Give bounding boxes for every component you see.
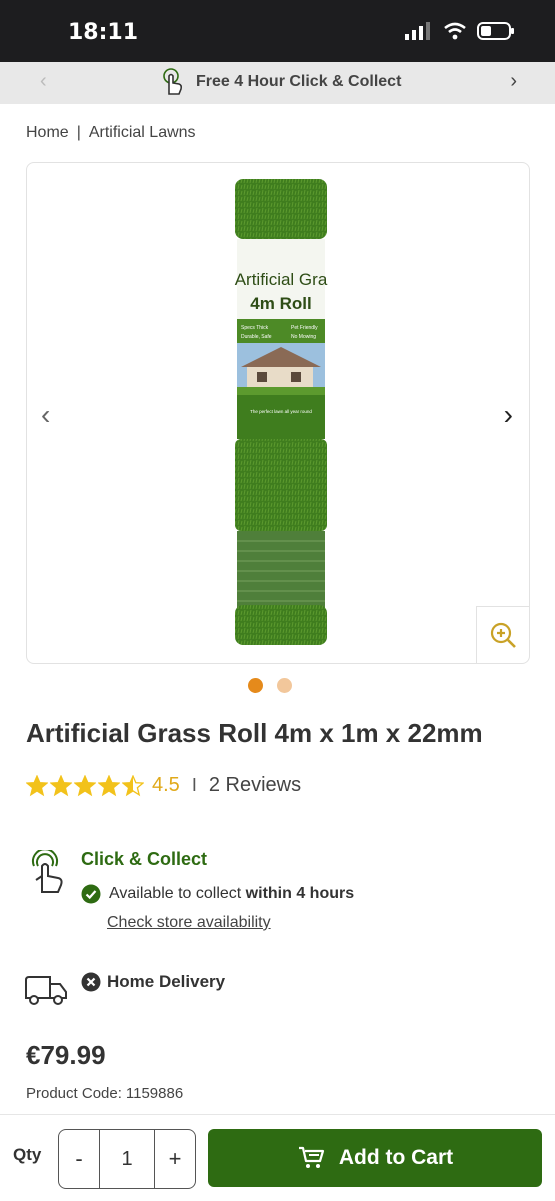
roll-label-line2: 4m Roll bbox=[250, 294, 311, 313]
add-to-cart-bar: Qty - 1 + Add to Cart bbox=[0, 1114, 555, 1201]
availability-time: within 4 hours bbox=[245, 885, 355, 902]
chevron-right-icon[interactable]: › bbox=[510, 70, 517, 93]
breadcrumb-artificial-lawns[interactable]: Artificial Lawns bbox=[89, 124, 196, 141]
battery-icon bbox=[477, 22, 514, 40]
reviews-link[interactable]: 2 Reviews bbox=[209, 774, 301, 797]
product-title: Artificial Grass Roll 4m x 1m x 22mm bbox=[26, 718, 483, 748]
home-delivery-status: Home Delivery bbox=[81, 972, 225, 992]
qty-increase-button[interactable]: + bbox=[155, 1130, 195, 1188]
status-bar: 18:11 bbox=[0, 0, 555, 62]
product-code-label: Product Code: bbox=[26, 1085, 122, 1102]
availability-text: Available to collect bbox=[109, 885, 246, 902]
star-icon bbox=[98, 774, 120, 796]
click-collect-title: Click & Collect bbox=[81, 849, 208, 869]
roll-spec-left: Specs Thick bbox=[241, 325, 269, 331]
product-gallery[interactable]: Artificial Gra 4m Roll Specs Thick Pet F… bbox=[26, 162, 530, 664]
gallery-next-chevron-icon[interactable]: › bbox=[504, 399, 513, 431]
promo-text: Free 4 Hour Click & Collect bbox=[196, 73, 402, 90]
signal-icon bbox=[405, 22, 430, 40]
cart-icon bbox=[298, 1146, 324, 1168]
zoom-button[interactable] bbox=[476, 606, 529, 663]
star-icon bbox=[50, 774, 72, 796]
chevron-left-icon[interactable]: ‹ bbox=[40, 70, 47, 93]
van-icon bbox=[25, 976, 67, 1005]
wifi-icon bbox=[444, 22, 466, 40]
status-icons bbox=[405, 22, 515, 40]
quantity-stepper: - 1 + bbox=[58, 1129, 196, 1189]
carousel-dots bbox=[248, 678, 292, 693]
qty-decrease-button[interactable]: - bbox=[59, 1130, 99, 1188]
product-rating: 4.5 I 2 Reviews bbox=[26, 774, 301, 797]
cross-circle-icon bbox=[81, 972, 101, 992]
roll-label-line1: Artificial Gra bbox=[235, 270, 328, 289]
breadcrumb-home[interactable]: Home bbox=[26, 124, 69, 141]
add-to-cart-label: Add to Cart bbox=[338, 1146, 454, 1169]
product-code-value: 1159886 bbox=[125, 1085, 184, 1102]
roll-spec-right: Pet Friendly bbox=[291, 325, 318, 331]
qty-input[interactable]: 1 bbox=[99, 1130, 155, 1188]
star-icon bbox=[74, 774, 96, 796]
roll-spec-left2: Durable, Safe bbox=[241, 334, 272, 340]
product-code: Product Code: 1159886 bbox=[26, 1085, 183, 1102]
gallery-prev-chevron-icon[interactable]: ‹ bbox=[41, 399, 50, 431]
promo-banner: ‹ Free 4 Hour Click & Collect › bbox=[0, 62, 555, 104]
add-to-cart-button[interactable]: Add to Cart bbox=[208, 1129, 542, 1187]
promo-content[interactable]: Free 4 Hour Click & Collect bbox=[160, 68, 401, 96]
rating-separator: I bbox=[191, 775, 197, 795]
zoom-in-icon bbox=[490, 622, 516, 648]
status-time: 18:11 bbox=[68, 20, 139, 45]
roll-tagline: The perfect lawn all year round bbox=[250, 409, 312, 414]
click-collect-hand-icon bbox=[32, 850, 63, 893]
availability-status: Available to collect within 4 hours bbox=[81, 884, 354, 904]
product-price: €79.99 bbox=[26, 1040, 106, 1070]
breadcrumb-separator: | bbox=[76, 124, 81, 141]
carousel-dot-2[interactable] bbox=[277, 678, 292, 693]
carousel-dot-1[interactable] bbox=[248, 678, 263, 693]
star-rating bbox=[26, 774, 144, 797]
roll-spec-right2: No Mowing bbox=[291, 334, 316, 340]
check-circle-icon bbox=[81, 884, 101, 904]
hand-tap-icon bbox=[163, 68, 183, 95]
home-delivery-label: Home Delivery bbox=[107, 972, 226, 991]
breadcrumb: Home | Artificial Lawns bbox=[26, 124, 196, 142]
rating-value: 4.5 bbox=[152, 774, 180, 796]
star-icon bbox=[26, 774, 48, 796]
check-store-availability-link[interactable]: Check store availability bbox=[107, 914, 271, 932]
star-icon bbox=[122, 774, 144, 796]
qty-label: Qty bbox=[13, 1145, 42, 1164]
product-image: Artificial Gra 4m Roll Specs Thick Pet F… bbox=[235, 179, 328, 645]
